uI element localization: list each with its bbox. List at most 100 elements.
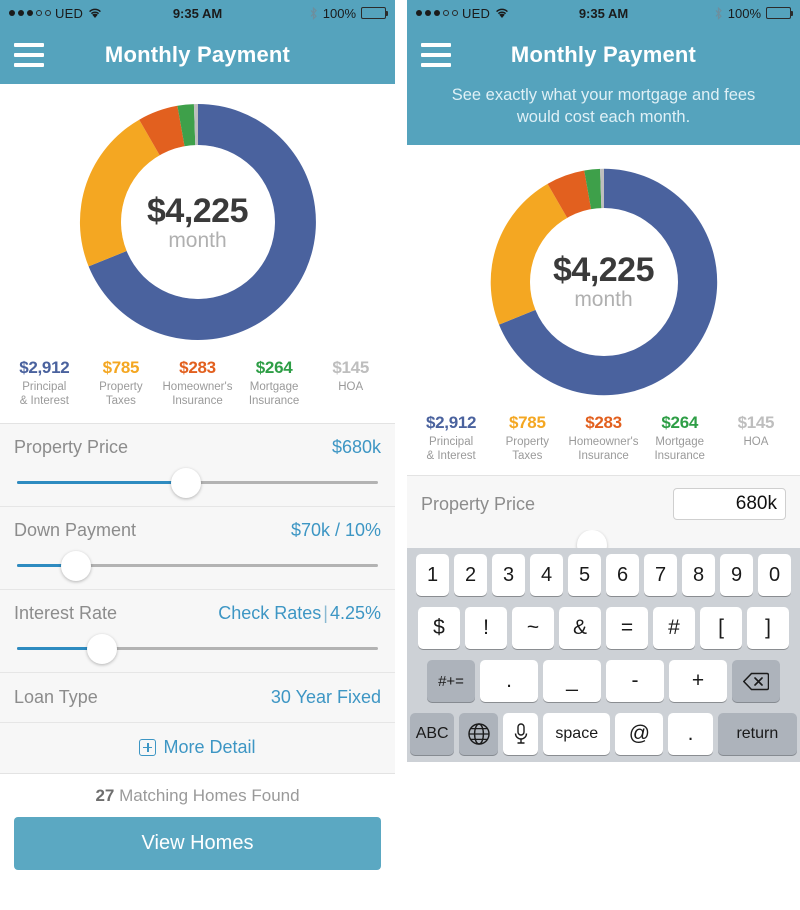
key-hyphen[interactable]: - (606, 660, 664, 703)
key-bracket-close[interactable]: ] (747, 607, 789, 650)
legend-item-homeowners-insurance: $283 Homeowner's Insurance (159, 358, 236, 409)
legend-value: $785 (102, 358, 140, 377)
key-period[interactable]: . (480, 660, 538, 703)
legend-item-principal-interest: $2,912 Principal & Interest (413, 413, 489, 464)
legend-label-line2: Taxes (512, 449, 543, 462)
donut-chart-container-left: $4,225 month (0, 84, 395, 352)
loan-type-value[interactable]: 30 Year Fixed (271, 687, 381, 708)
key-2[interactable]: 2 (454, 554, 487, 597)
monthly-amount: $4,225 (147, 191, 249, 230)
keyboard-row-numbers: 1 2 3 4 5 6 7 8 9 0 (410, 554, 797, 597)
key-9[interactable]: 9 (720, 554, 753, 597)
hamburger-menu-icon[interactable] (14, 43, 44, 67)
view-homes-button[interactable]: View Homes (14, 816, 381, 870)
phone-screen-left: UED 9:35 AM 100% Monthly Payment $4,225 … (0, 0, 395, 910)
property-price-slider[interactable] (14, 462, 381, 502)
legend-label-line1: Principal (429, 435, 474, 448)
matching-homes-label: Matching Homes Found (114, 785, 300, 805)
backspace-icon[interactable] (732, 660, 780, 703)
key-symbols-shift[interactable]: #+= (427, 660, 475, 703)
battery-percent-label: 100% (322, 5, 356, 21)
key-8[interactable]: 8 (682, 554, 715, 597)
donut-chart: $4,225 month (485, 163, 723, 401)
legend-value: $283 (585, 412, 622, 432)
property-price-label: Property Price (14, 436, 129, 457)
property-price-input[interactable] (673, 488, 786, 521)
key-equals[interactable]: = (606, 607, 648, 650)
matching-homes-text: 27 Matching Homes Found (14, 786, 381, 806)
check-rates-link[interactable]: Check Rates (218, 603, 321, 623)
legend-item-mortgage-insurance: $264 Mortgage Insurance (236, 358, 313, 409)
page-title: Monthly Payment (104, 42, 291, 67)
key-dot[interactable]: . (668, 713, 713, 756)
control-row-loan-type[interactable]: Loan Type 30 Year Fixed (0, 673, 395, 723)
key-exclamation[interactable]: ! (465, 607, 507, 650)
donut-center-label: $4,225 month (120, 145, 275, 299)
phone-screen-right: UED 9:35 AM 100% Monthly Payment See exa… (407, 0, 800, 910)
interest-rate-label: Interest Rate (14, 602, 118, 623)
key-space[interactable]: space (543, 713, 611, 756)
property-price-slider-partial[interactable] (407, 530, 800, 549)
microphone-icon[interactable] (503, 713, 539, 756)
interest-rate-slider[interactable] (14, 628, 381, 668)
nav-row: Monthly Payment (407, 26, 800, 84)
slider-thumb[interactable] (61, 550, 92, 581)
keyboard-row-symbols: $ ! ~ & = # [ ] (410, 607, 797, 650)
legend-value: $145 (737, 412, 775, 432)
status-bar-right: UED 9:35 AM 100% (407, 0, 800, 26)
legend-value: $2,912 (426, 412, 477, 432)
page-title: Monthly Payment (510, 42, 697, 67)
legend-value: $283 (179, 358, 216, 377)
property-price-label: Property Price (421, 493, 536, 514)
key-hash[interactable]: # (653, 607, 695, 650)
control-header: Down Payment $70k / 10% (14, 520, 381, 541)
nav-bar-right: Monthly Payment See exactly what your mo… (407, 26, 800, 145)
legend-label: Property Taxes (490, 435, 564, 464)
key-5[interactable]: 5 (568, 554, 601, 597)
control-row-down-payment: Down Payment $70k / 10% (0, 507, 395, 590)
signal-strength-icon (9, 10, 51, 16)
status-bar-left: UED 9:35 AM 100% (0, 0, 395, 26)
legend-label-line1: Property (505, 435, 550, 448)
hamburger-menu-icon[interactable] (421, 43, 451, 67)
key-4[interactable]: 4 (530, 554, 563, 597)
key-bracket-open[interactable]: [ (700, 607, 742, 650)
slider-thumb[interactable] (171, 467, 202, 498)
down-payment-value[interactable]: $70k / 10% (291, 520, 381, 541)
key-ampersand[interactable]: & (559, 607, 601, 650)
legend-label-line1: Mortgage (249, 381, 299, 393)
more-detail-button[interactable]: More Detail (0, 723, 395, 773)
key-tilde[interactable]: ~ (512, 607, 554, 650)
on-screen-keyboard: 1 2 3 4 5 6 7 8 9 0 $ ! ~ & = # [ ] #+= … (407, 548, 800, 763)
key-1[interactable]: 1 (416, 554, 449, 597)
legend-label-line2: Taxes (105, 395, 136, 408)
interest-rate-value[interactable]: 4.25% (330, 603, 381, 623)
legend-label-line2: Insurance (248, 395, 300, 408)
property-price-input-row: Property Price (407, 475, 800, 531)
key-dollar[interactable]: $ (418, 607, 460, 650)
globe-icon[interactable] (459, 713, 499, 756)
key-0[interactable]: 0 (758, 554, 791, 597)
slider-thumb[interactable] (576, 530, 607, 549)
slider-fill (17, 480, 190, 484)
battery-percent-label: 100% (727, 5, 761, 21)
donut-center-label: $4,225 month (529, 207, 678, 356)
legend-label: Principal & Interest (414, 435, 488, 464)
legend-label: Principal & Interest (7, 380, 82, 409)
value-separator: | (323, 602, 328, 623)
status-right-group: 100% (309, 5, 388, 21)
slider-thumb[interactable] (87, 633, 118, 664)
key-6[interactable]: 6 (606, 554, 639, 597)
legend-value: $785 (508, 412, 546, 432)
key-plus[interactable]: + (669, 660, 727, 703)
legend-label: Property Taxes (84, 380, 159, 409)
bluetooth-icon (714, 6, 723, 20)
down-payment-slider[interactable] (14, 545, 381, 585)
key-abc[interactable]: ABC (410, 713, 455, 756)
key-3[interactable]: 3 (492, 554, 525, 597)
key-at[interactable]: @ (615, 713, 664, 756)
key-underscore[interactable]: _ (543, 660, 601, 703)
key-7[interactable]: 7 (644, 554, 677, 597)
key-return[interactable]: return (717, 713, 797, 756)
property-price-value[interactable]: $680k (332, 437, 381, 458)
